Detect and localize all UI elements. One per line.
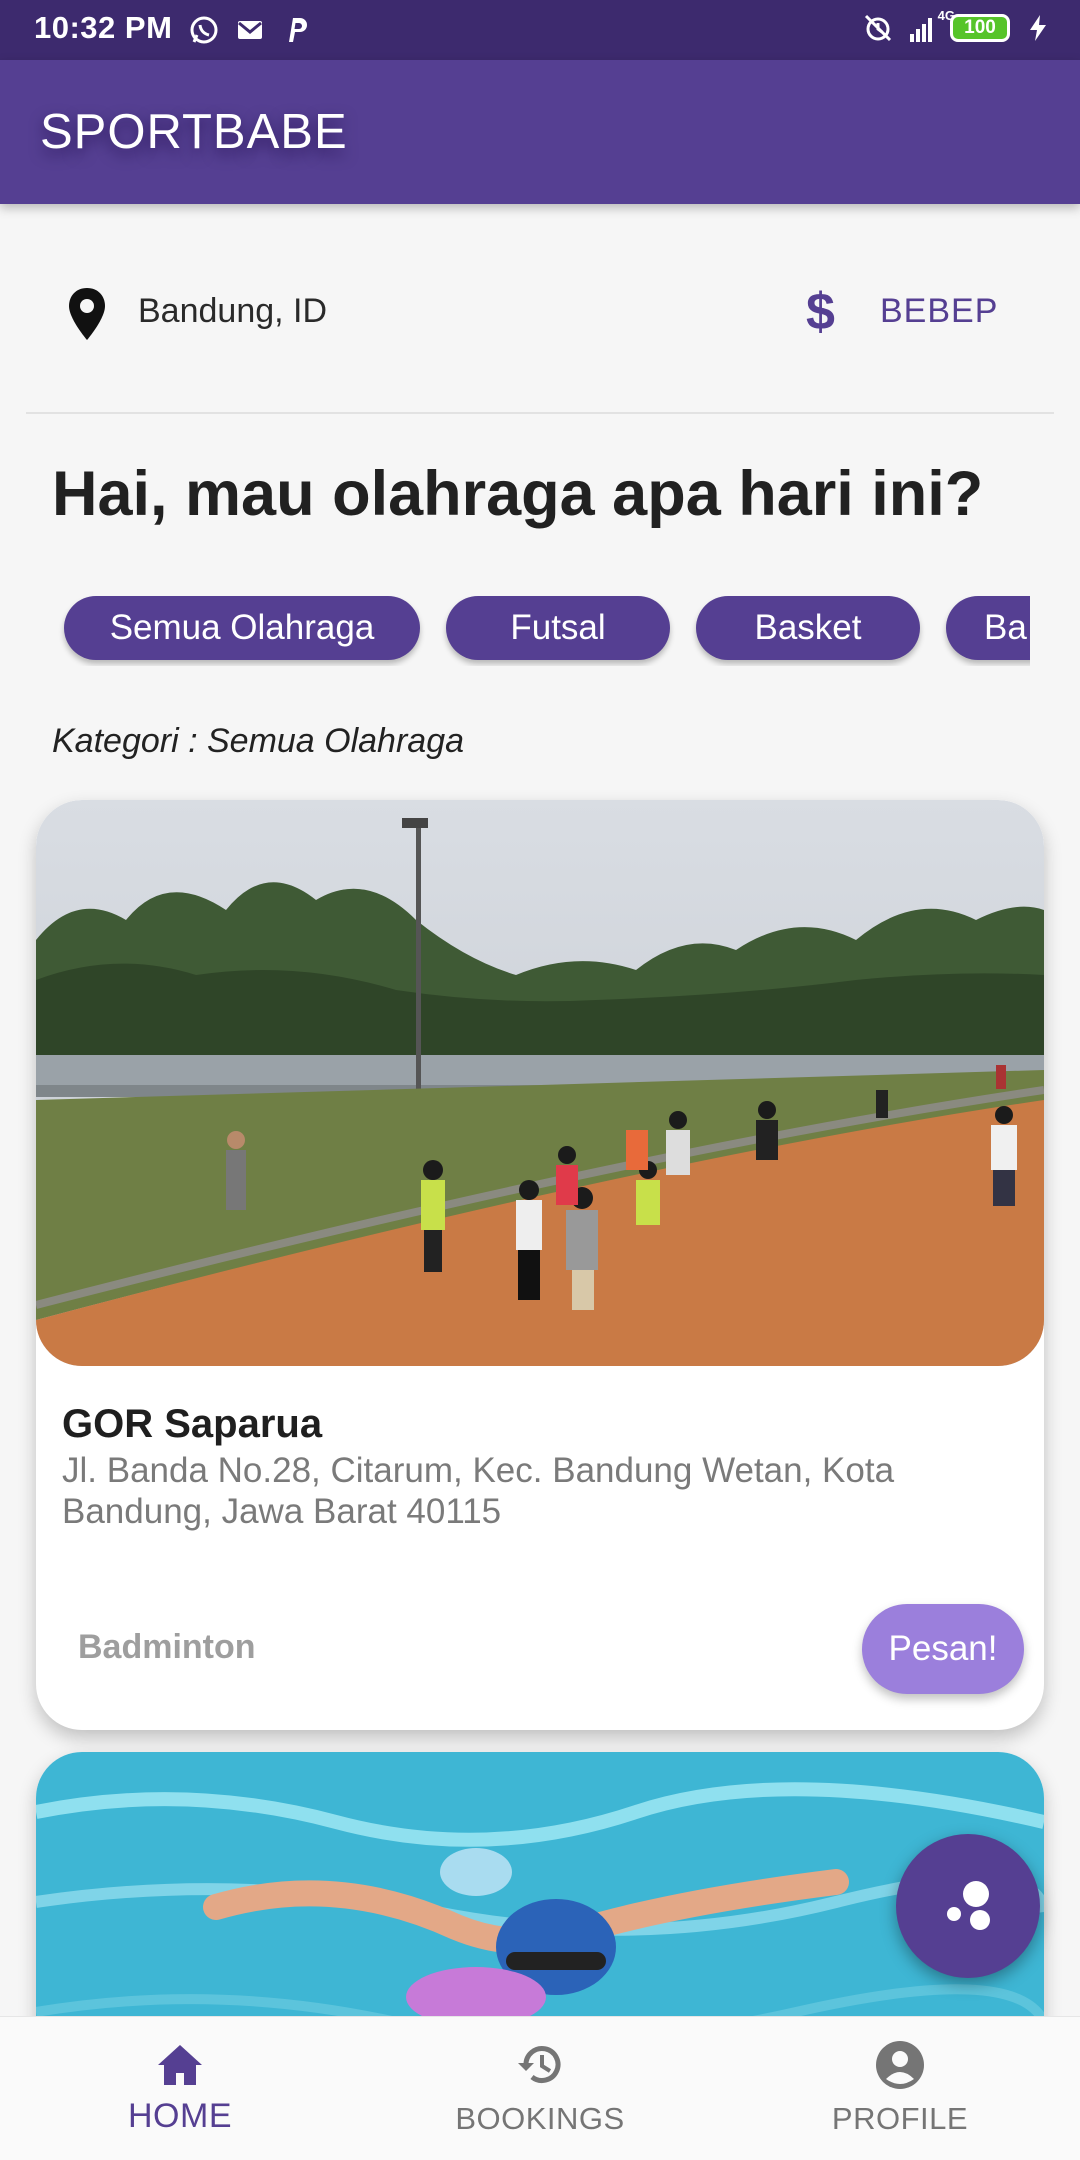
- app-bar: SPORTBABE: [0, 60, 1080, 204]
- chip-semua-olahraga[interactable]: Semua Olahraga: [64, 596, 420, 660]
- chip-futsal[interactable]: Futsal: [446, 596, 670, 660]
- chip-basket[interactable]: Basket: [696, 596, 920, 660]
- venue-image: [36, 800, 1044, 1366]
- sport-filter-chips: Semua Olahraga Futsal Basket Ba: [46, 596, 1030, 666]
- venue-name: GOR Saparua: [62, 1402, 323, 1446]
- account-icon: [876, 2041, 924, 2089]
- notification-icons: [188, 14, 312, 46]
- paypal-icon: [289, 18, 307, 42]
- currency-label[interactable]: BEBEP: [880, 292, 998, 331]
- nav-home-label: HOME: [128, 2097, 232, 2135]
- home-icon: [158, 2045, 202, 2085]
- nav-bookings-label: BOOKINGS: [455, 2101, 625, 2136]
- charging-icon: [1030, 15, 1046, 41]
- bubbles-icon: [947, 1881, 990, 1930]
- category-label: Kategori : Semua Olahraga: [52, 722, 465, 760]
- system-icons: 100: [862, 12, 1054, 44]
- nav-home[interactable]: HOME: [30, 2017, 330, 2160]
- greeting-heading: Hai, mau olahraga apa hari ini?: [52, 459, 984, 529]
- book-button[interactable]: Pesan!: [862, 1604, 1024, 1694]
- screen: 10:32 PM 4G 100 SPORTBABE Bandung, ID $ …: [0, 0, 1080, 2160]
- venue-sport-tag: Badminton: [78, 1628, 256, 1666]
- battery-level: 100: [964, 17, 996, 38]
- connect-fab[interactable]: [896, 1834, 1040, 1978]
- status-time: 10:32 PM: [34, 10, 173, 45]
- location-row[interactable]: Bandung, ID $ BEBEP: [0, 262, 1080, 362]
- bottom-nav: HOME BOOKINGS PROFILE: [0, 2016, 1080, 2160]
- whatsapp-icon: [190, 16, 218, 44]
- venue-address: Jl. Banda No.28, Citarum, Kec. Bandung W…: [62, 1451, 895, 1531]
- gmail-icon: [238, 21, 262, 39]
- location-text: Bandung, ID: [138, 292, 328, 330]
- chip-partial[interactable]: Ba: [946, 596, 1030, 660]
- dollar-icon: $: [806, 283, 835, 341]
- battery-icon: 100: [950, 14, 1010, 42]
- location-pin-icon: [69, 288, 105, 340]
- divider: [26, 412, 1054, 414]
- venue-card[interactable]: GOR Saparua Jl. Banda No.28, Citarum, Ke…: [36, 800, 1044, 1730]
- app-title: SPORTBABE: [40, 105, 348, 159]
- alarm-off-icon: [864, 14, 892, 42]
- status-bar: 10:32 PM 4G 100: [0, 0, 1080, 60]
- nav-profile[interactable]: PROFILE: [750, 2017, 1050, 2160]
- nav-profile-label: PROFILE: [831, 2101, 969, 2136]
- signal-icon: [910, 18, 932, 42]
- nav-bookings[interactable]: BOOKINGS: [390, 2017, 690, 2160]
- history-icon: [518, 2046, 561, 2083]
